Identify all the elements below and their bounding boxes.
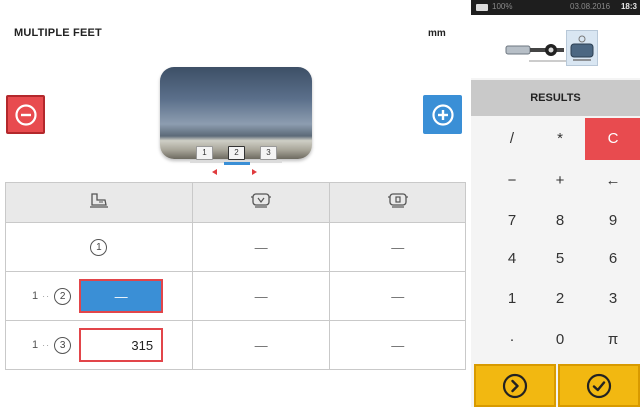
dots-separator: ·· xyxy=(42,340,51,350)
feet-cell: 1 ·· 3 315 xyxy=(5,320,193,370)
foot-number-badge: 1 xyxy=(90,238,108,256)
key-plus[interactable]: + xyxy=(532,160,588,202)
feet-table: 1 — — 1 ·· 2 — — — 1 ·· 3 315 — — xyxy=(5,182,466,370)
key-6[interactable]: 6 xyxy=(585,238,640,280)
key-2[interactable]: 2 xyxy=(532,278,588,320)
back-value-cell: — xyxy=(329,320,466,370)
value-text: — xyxy=(391,337,405,353)
status-time: 18:3 xyxy=(620,2,637,11)
foot-number-badge: 2 xyxy=(54,287,72,305)
next-button[interactable] xyxy=(474,364,556,407)
value-text: — xyxy=(254,288,268,304)
feet-cell: 1 ·· 2 — xyxy=(5,271,193,321)
distance-input-1-3[interactable]: 315 xyxy=(79,328,164,362)
unit-label: mm xyxy=(428,28,446,39)
front-value-cell: — xyxy=(191,320,331,370)
key-multiply[interactable]: * xyxy=(532,118,588,160)
machine-thumbnail[interactable] xyxy=(471,15,640,78)
front-value-cell: — xyxy=(191,222,331,272)
battery-icon xyxy=(476,4,488,11)
table-row: 1 ·· 2 — — — xyxy=(5,271,466,321)
key-5[interactable]: 5 xyxy=(532,238,588,280)
value-text: — xyxy=(391,288,405,304)
value-text: — xyxy=(254,337,268,353)
foot-number-badge: 3 xyxy=(54,336,72,354)
table-header-feet xyxy=(5,182,193,223)
battery-percent: 100% xyxy=(492,2,513,11)
feet-cell: 1 xyxy=(5,222,193,272)
selected-machine-highlight xyxy=(566,30,598,66)
plus-circle-icon xyxy=(431,103,454,126)
back-feet-machine-icon xyxy=(387,193,408,208)
selected-foot-indicator xyxy=(224,162,250,165)
foot-tag-1[interactable]: 1 xyxy=(196,146,213,160)
table-header-row xyxy=(5,182,466,223)
from-foot-label: 1 xyxy=(32,339,39,351)
table-row: 1 — — xyxy=(5,222,466,272)
foot-tag-3[interactable]: 3 xyxy=(260,146,277,160)
key-backspace[interactable]: ← xyxy=(585,160,640,202)
chevron-right-circle-icon xyxy=(502,373,528,398)
dots-separator: ·· xyxy=(42,291,51,301)
confirm-button[interactable] xyxy=(558,364,640,407)
front-value-cell: — xyxy=(191,271,331,321)
motor-icon xyxy=(570,35,594,61)
key-9[interactable]: 9 xyxy=(585,200,640,242)
check-circle-icon xyxy=(586,373,612,398)
key-0[interactable]: 0 xyxy=(532,319,588,361)
value-text: — xyxy=(254,239,268,255)
key-3[interactable]: 3 xyxy=(585,278,640,320)
minus-circle-icon xyxy=(14,103,37,126)
results-button[interactable]: RESULTS xyxy=(471,80,640,116)
app-screen: MULTIPLE FEET mm 1 2 3 1 — — 1 ·· 2 — — … xyxy=(0,0,640,407)
add-foot-button[interactable] xyxy=(423,95,462,134)
foot-icon xyxy=(89,193,108,208)
from-foot-label: 1 xyxy=(32,290,39,302)
back-value-cell: — xyxy=(329,271,466,321)
foot-tag-2[interactable]: 2 xyxy=(228,146,245,160)
key-pi[interactable]: π xyxy=(585,319,640,361)
key-clear[interactable]: C xyxy=(585,118,640,160)
table-header-front-machine xyxy=(191,182,331,223)
front-feet-machine-icon xyxy=(251,193,272,208)
table-row: 1 ·· 3 315 — — xyxy=(5,320,466,370)
page-title: MULTIPLE FEET xyxy=(14,27,102,39)
key-8[interactable]: 8 xyxy=(532,200,588,242)
status-date: 03.08.2016 xyxy=(570,2,611,11)
distance-input-1-2[interactable]: — xyxy=(79,279,164,313)
value-text: — xyxy=(391,239,405,255)
arrow-left-icon xyxy=(212,169,217,175)
remove-foot-button[interactable] xyxy=(6,95,45,134)
machine-train-icon xyxy=(505,44,581,62)
arrow-right-icon xyxy=(252,169,257,175)
table-header-back-machine xyxy=(329,182,466,223)
back-value-cell: — xyxy=(329,222,466,272)
